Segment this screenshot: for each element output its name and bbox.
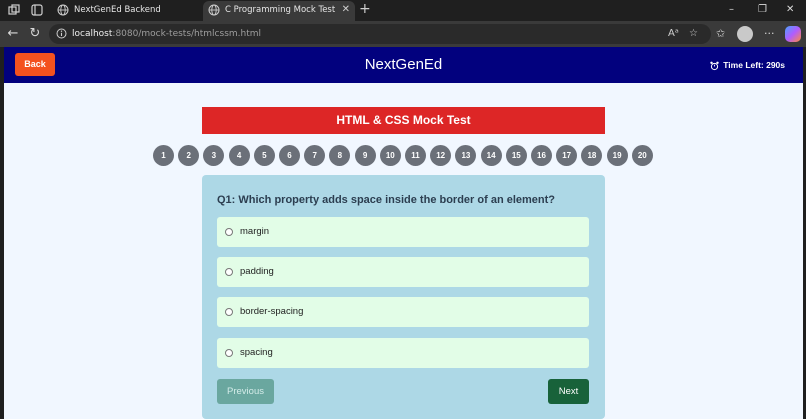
tab-backend[interactable]: NextGenEd Backend	[52, 1, 199, 21]
question-number-button[interactable]: 10	[379, 145, 401, 166]
question-number-button[interactable]: 5	[253, 145, 275, 166]
minimize-button[interactable]: –	[729, 0, 734, 19]
profile-avatar[interactable]	[737, 26, 753, 42]
question-number-button[interactable]: 17	[556, 145, 578, 166]
tab-mock-test[interactable]: C Programming Mock Test ✕	[203, 1, 355, 21]
tab-title: C Programming Mock Test	[225, 5, 336, 15]
back-button[interactable]: Back	[15, 53, 55, 76]
question-number-button[interactable]: 19	[606, 145, 628, 166]
question-number-button[interactable]: 11	[405, 145, 426, 166]
tab-strip: NextGenEd Backend C Programming Mock Tes…	[0, 0, 806, 21]
question-number-button[interactable]: 3	[203, 145, 225, 166]
question-number-button[interactable]: 7	[304, 145, 326, 166]
browser-toolbar: ← ↻ localhost:8080/mock-tests/htmlcssm.h…	[0, 21, 806, 47]
alarm-clock-icon	[710, 61, 719, 70]
copilot-icon[interactable]	[785, 26, 801, 42]
more-options-icon[interactable]: ···	[764, 25, 775, 43]
refresh-icon[interactable]: ↻	[26, 25, 44, 43]
favorites-icon[interactable]: ✩	[716, 25, 725, 43]
tab-title: NextGenEd Backend	[74, 5, 161, 15]
close-tab-icon[interactable]: ✕	[342, 1, 350, 19]
site-info-icon[interactable]	[56, 28, 67, 39]
new-tab-button[interactable]: +	[359, 0, 371, 19]
address-bar[interactable]: localhost:8080/mock-tests/htmlcssm.html …	[49, 24, 711, 44]
question-number-button[interactable]: 1	[153, 145, 174, 166]
url-text[interactable]: localhost:8080/mock-tests/htmlcssm.html	[72, 24, 261, 44]
question-number-button[interactable]: 20	[631, 145, 653, 166]
question-card: Q1: Which property adds space inside the…	[202, 175, 605, 419]
radio-button[interactable]	[225, 308, 233, 316]
radio-button[interactable]	[225, 228, 233, 236]
question-number-button[interactable]: 14	[480, 145, 502, 166]
page-viewport: Back NextGenEd Time Left: 290s HTML & CS…	[4, 47, 803, 419]
next-button[interactable]: Next	[548, 379, 589, 404]
question-number-button[interactable]: 12	[430, 145, 452, 166]
question-number-button[interactable]: 15	[505, 145, 527, 166]
workspaces-icon[interactable]	[7, 3, 21, 17]
option-label: margin	[240, 226, 270, 237]
option-label: border-spacing	[240, 306, 304, 317]
question-number-button[interactable]: 13	[455, 145, 477, 166]
tab-actions-icon[interactable]	[30, 3, 44, 17]
question-number-button[interactable]: 6	[279, 145, 300, 166]
question-number-button[interactable]: 4	[228, 145, 250, 166]
option-label: spacing	[240, 347, 273, 358]
favorite-star-icon[interactable]: ☆	[689, 26, 698, 42]
radio-button[interactable]	[225, 349, 233, 357]
globe-icon	[208, 4, 220, 16]
option-padding[interactable]: padding	[217, 257, 589, 287]
globe-icon	[57, 4, 69, 16]
question-number-button[interactable]: 18	[581, 145, 603, 166]
option-spacing[interactable]: spacing	[217, 338, 589, 368]
question-number-button[interactable]: 8	[329, 145, 351, 166]
timer: Time Left: 290s	[710, 47, 785, 83]
previous-button[interactable]: Previous	[217, 379, 274, 404]
app-header: Back NextGenEd Time Left: 290s	[4, 47, 803, 83]
back-arrow-icon[interactable]: ←	[4, 25, 22, 43]
timer-label: Time Left: 290s	[723, 60, 785, 70]
brand-title: NextGenEd	[364, 56, 443, 73]
restore-button[interactable]: ❐	[758, 0, 767, 19]
option-label: padding	[240, 266, 274, 277]
question-number-button[interactable]: 16	[531, 145, 552, 166]
radio-button[interactable]	[225, 268, 233, 276]
url-host: localhost	[72, 29, 113, 39]
url-path: :8080/mock-tests/htmlcssm.html	[112, 29, 262, 39]
test-title: HTML & CSS Mock Test	[202, 107, 605, 134]
read-aloud-icon[interactable]: Aᵃ	[668, 26, 679, 42]
option-border-spacing[interactable]: border-spacing	[217, 297, 589, 327]
close-window-button[interactable]: ✕	[786, 0, 794, 19]
option-margin[interactable]: margin	[217, 217, 589, 247]
question-number-button[interactable]: 9	[354, 145, 376, 166]
question-text: Q1: Which property adds space inside the…	[217, 194, 556, 206]
question-number-button[interactable]: 2	[178, 145, 200, 166]
